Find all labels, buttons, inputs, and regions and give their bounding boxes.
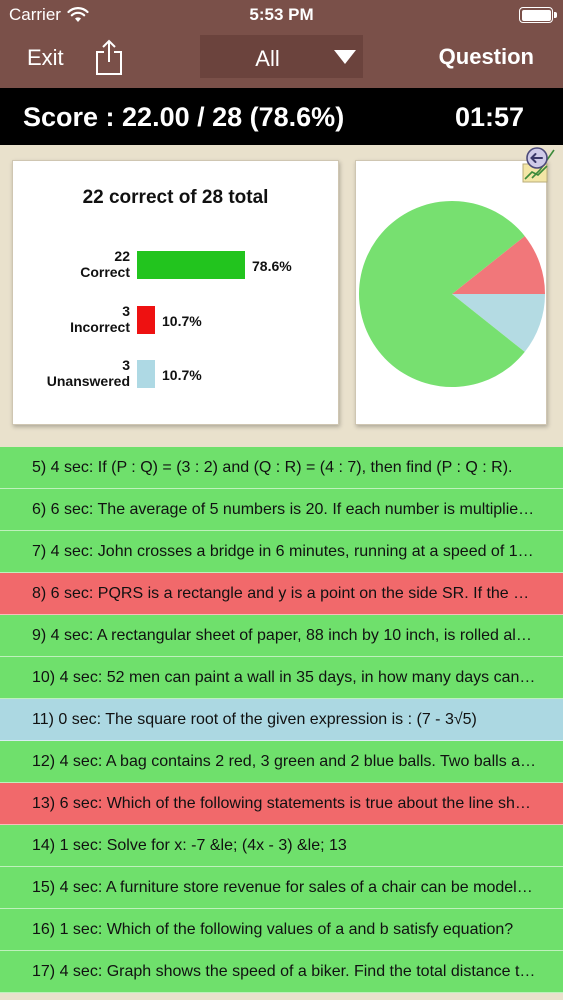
bar-value-label: 78.6%	[252, 258, 292, 274]
status-time: 5:53 PM	[249, 5, 314, 24]
chart-title: 22 correct of 28 total	[82, 187, 269, 208]
bar-category: Incorrect	[70, 319, 130, 335]
bar-count: 3	[122, 303, 130, 319]
results-bar-chart: 22 correct of 28 total 22 Correct 78.6% 3 In…	[12, 160, 339, 425]
bar-label: 3 Incorrect	[70, 303, 130, 335]
exit-button[interactable]: Exit	[27, 45, 64, 71]
question-row[interactable]: 8) 6 sec: PQRS is a rectangle and y is a…	[0, 573, 563, 615]
question-row[interactable]: 15) 4 sec: A furniture store revenue for…	[0, 867, 563, 909]
question-button[interactable]: Question	[439, 44, 534, 70]
bar-category: Correct	[80, 264, 130, 280]
score-text: Score : 22.00 / 28 (78.6%)	[23, 102, 345, 132]
question-row[interactable]: 14) 1 sec: Solve for x: -7 &le; (4x - 3)…	[0, 825, 563, 867]
bar-value-label: 10.7%	[162, 313, 202, 329]
top-nav: Carrier 5:53 PM Exit All Question	[0, 0, 563, 88]
filter-label: All	[255, 46, 280, 71]
bar-label: 22 Correct	[80, 248, 130, 280]
bar-label: 3 Unanswered	[47, 357, 130, 389]
score-bar: Score : 22.00 / 28 (78.6%) 01:57	[0, 88, 563, 145]
filter-dropdown[interactable]: All	[200, 35, 363, 78]
bar-count: 22	[114, 248, 130, 264]
pie-chart	[359, 201, 545, 387]
bar-row-correct: 22 Correct 78.6%	[13, 248, 338, 282]
bar-value-label: 10.7%	[162, 367, 202, 383]
bar-row-incorrect: 3 Incorrect 10.7%	[13, 303, 338, 337]
battery-icon	[519, 7, 557, 23]
question-row[interactable]: 9) 4 sec: A rectangular sheet of paper, …	[0, 615, 563, 657]
bar-count: 3	[122, 357, 130, 373]
bar-incorrect	[137, 306, 155, 334]
question-row[interactable]: 17) 4 sec: Graph shows the speed of a bi…	[0, 951, 563, 993]
question-row[interactable]: 16) 1 sec: Which of the following values…	[0, 909, 563, 951]
chevron-down-icon	[334, 50, 356, 64]
share-icon[interactable]	[94, 38, 124, 76]
bar-category: Unanswered	[46, 373, 130, 389]
question-row[interactable]: 5) 4 sec: If (P : Q) = (3 : 2) and (Q : …	[0, 447, 563, 489]
back-arrow-icon[interactable]	[520, 146, 558, 184]
bar-row-unanswered: 3 Unanswered 10.7%	[13, 357, 338, 391]
question-row[interactable]: 12) 4 sec: A bag contains 2 red, 3 green…	[0, 741, 563, 783]
bar-unanswered	[137, 360, 155, 388]
question-row[interactable]: 11) 0 sec: The square root of the given …	[0, 699, 563, 741]
bar-correct	[137, 251, 245, 279]
question-row[interactable]: 7) 4 sec: John crosses a bridge in 6 min…	[0, 531, 563, 573]
status-bar: Carrier 5:53 PM	[0, 0, 563, 30]
question-row[interactable]: 13) 6 sec: Which of the following statem…	[0, 783, 563, 825]
timer-text: 01:57	[454, 102, 524, 132]
question-row[interactable]: 10) 4 sec: 52 men can paint a wall in 35…	[0, 657, 563, 699]
question-list: 5) 4 sec: If (P : Q) = (3 : 2) and (Q : …	[0, 447, 563, 993]
question-row[interactable]: 6) 6 sec: The average of 5 numbers is 20…	[0, 489, 563, 531]
results-pie-chart	[355, 160, 547, 425]
